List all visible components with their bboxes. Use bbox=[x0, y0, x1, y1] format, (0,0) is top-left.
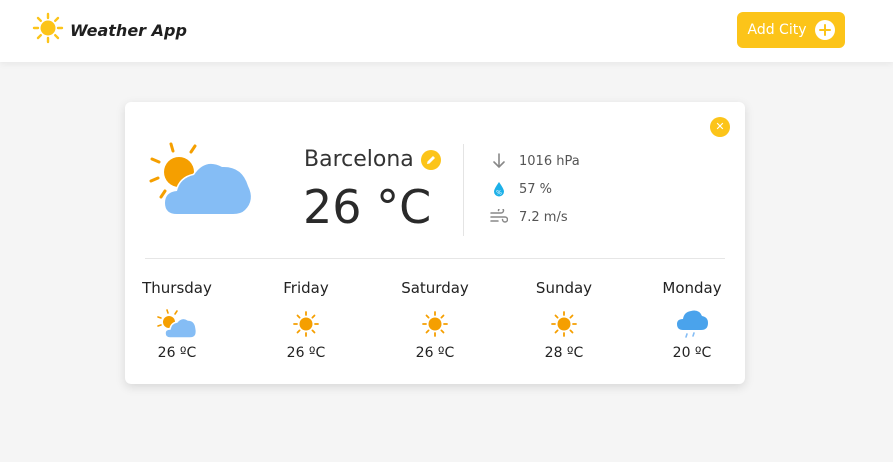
humidity-stat: % 57 % bbox=[489, 179, 552, 199]
forecast-day: Saturday 26 ºC bbox=[385, 278, 485, 361]
forecast-day-name: Sunday bbox=[535, 279, 593, 297]
forecast-day: Sunday 28 ºC bbox=[514, 278, 614, 361]
forecast-day-name: Friday bbox=[283, 279, 329, 297]
forecast-temp: 26 ºC bbox=[286, 345, 326, 361]
sun-cloud-icon bbox=[127, 307, 227, 341]
rain-cloud-icon bbox=[642, 307, 742, 341]
forecast-day: Friday 26 ºC bbox=[256, 278, 356, 361]
svg-text:%: % bbox=[496, 190, 502, 197]
wind-value: 7.2 m/s bbox=[519, 209, 568, 225]
close-card-button[interactable]: ✕ bbox=[710, 117, 730, 137]
sun-icon bbox=[385, 307, 485, 341]
forecast-day-name: Thursday bbox=[142, 279, 212, 297]
wind-stat: 7.2 m/s bbox=[489, 207, 568, 227]
humidity-drop-icon: % bbox=[489, 179, 509, 199]
forecast-temp: 26 ºC bbox=[415, 345, 455, 361]
forecast-day: Monday 20 ºC bbox=[642, 278, 742, 361]
top-bar: Weather App Add City bbox=[0, 0, 893, 62]
forecast-temp: 26 ºC bbox=[157, 345, 197, 361]
city-name: Barcelona bbox=[304, 147, 414, 172]
sun-logo-icon bbox=[32, 12, 64, 48]
forecast-day-name: Saturday bbox=[401, 279, 469, 297]
forecast-day: Thursday 26 ºC bbox=[127, 278, 227, 361]
city-row: Barcelona bbox=[304, 147, 441, 172]
pressure-value: 1016 hPa bbox=[519, 153, 580, 169]
plus-icon bbox=[814, 20, 835, 40]
wind-icon bbox=[489, 207, 509, 227]
city-weather-card: ✕ Barcelona 26 °C 1016 hPa % 57 % 7.2 m/… bbox=[125, 102, 745, 384]
pressure-stat: 1016 hPa bbox=[489, 151, 580, 171]
sun-icon bbox=[256, 307, 356, 341]
brand: Weather App bbox=[32, 12, 187, 48]
forecast-day-name: Monday bbox=[662, 279, 722, 297]
app-title: Weather App bbox=[70, 20, 187, 40]
current-temperature: 26 °C bbox=[303, 180, 432, 234]
forecast-temp: 28 ºC bbox=[544, 345, 584, 361]
forecast-temp: 20 ºC bbox=[672, 345, 712, 361]
add-city-label: Add City bbox=[747, 22, 807, 38]
add-city-button[interactable]: Add City bbox=[737, 12, 845, 48]
sun-icon bbox=[514, 307, 614, 341]
horizontal-divider bbox=[145, 258, 725, 259]
vertical-divider bbox=[463, 144, 464, 236]
pencil-icon[interactable] bbox=[420, 149, 441, 170]
humidity-value: 57 % bbox=[519, 181, 553, 197]
sun-cloud-icon bbox=[147, 140, 257, 224]
arrow-down-icon bbox=[489, 151, 509, 171]
